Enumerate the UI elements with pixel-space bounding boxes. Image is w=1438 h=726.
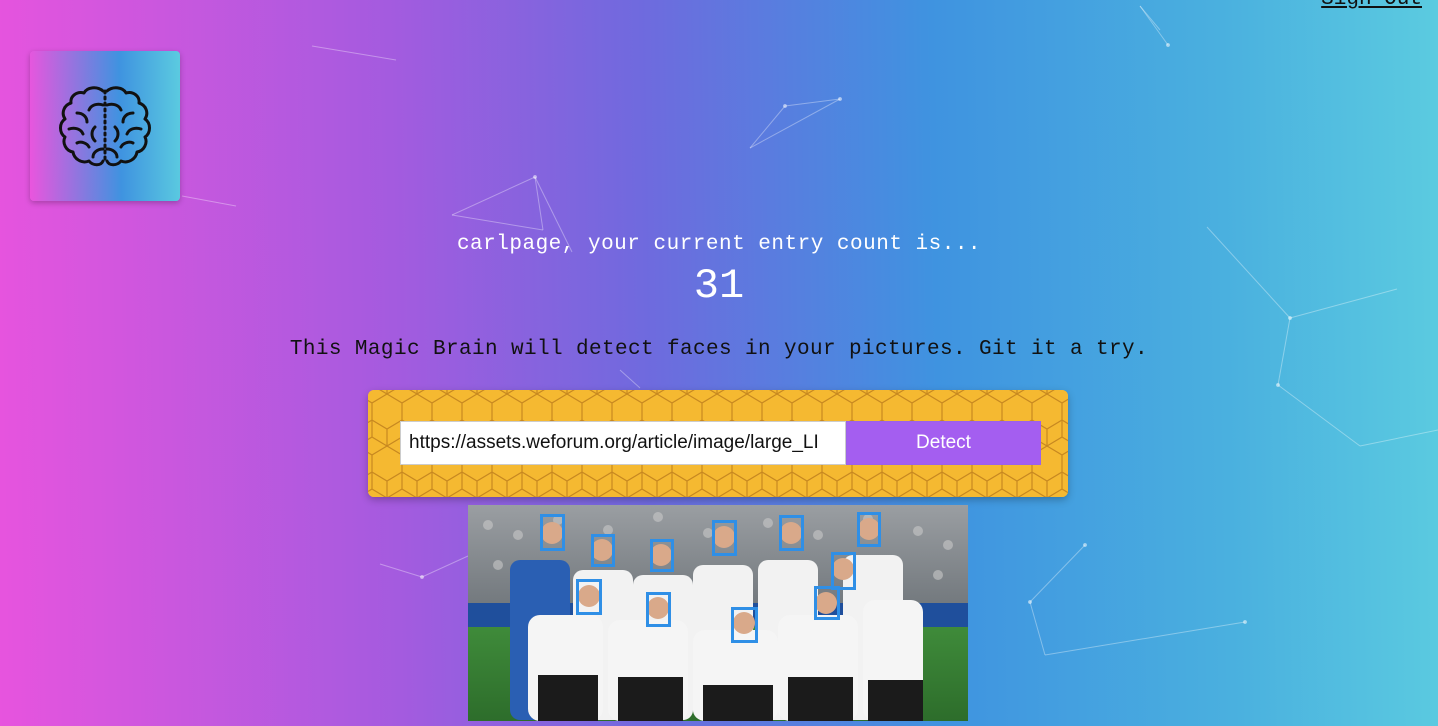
face-box <box>650 539 674 572</box>
sign-out-link[interactable]: Sign Out <box>1321 0 1422 11</box>
rank-greeting: carlpage, your current entry count is... <box>456 233 982 256</box>
face-box <box>576 579 602 615</box>
face-box <box>712 520 737 556</box>
entry-count: 31 <box>693 262 745 310</box>
logo <box>30 51 180 201</box>
image-url-input[interactable] <box>400 421 846 465</box>
intro-text: This Magic Brain will detect faces in yo… <box>289 338 1149 361</box>
face-box <box>831 552 856 590</box>
face-box <box>814 586 840 620</box>
face-box <box>540 514 565 551</box>
face-box <box>857 512 881 547</box>
face-box <box>646 592 671 627</box>
brain-icon <box>59 86 151 167</box>
face-box <box>779 515 804 551</box>
detect-button[interactable]: Detect <box>846 421 1041 465</box>
face-box <box>591 534 615 567</box>
image-link-form: Detect <box>368 390 1068 497</box>
face-box <box>731 607 758 643</box>
result-image <box>468 505 968 721</box>
